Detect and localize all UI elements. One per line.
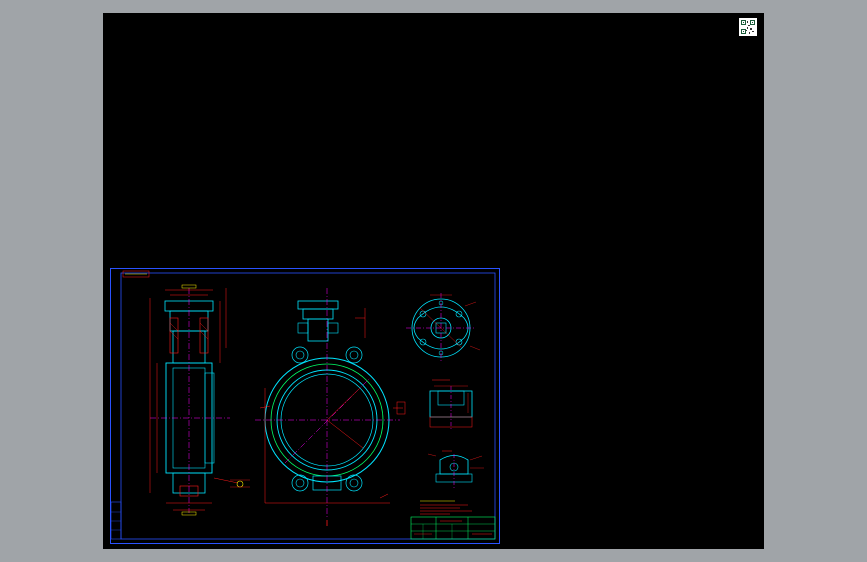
butterfly-valve-drawing xyxy=(110,268,500,544)
technical-notes xyxy=(420,500,472,515)
front-view xyxy=(255,288,406,526)
cad-viewport[interactable] xyxy=(103,13,764,549)
outer-frame xyxy=(110,268,500,544)
top-flange-detail xyxy=(406,293,481,363)
title-block xyxy=(410,516,496,540)
qr-code-graphic xyxy=(740,19,756,35)
section-detail-1 xyxy=(429,379,473,430)
section-detail-2 xyxy=(427,450,484,488)
inner-frame xyxy=(120,272,496,540)
drawing-sheet[interactable] xyxy=(110,268,500,544)
qr-code-icon[interactable] xyxy=(739,18,757,36)
margin-strip xyxy=(110,501,122,540)
side-section-view xyxy=(149,284,250,516)
